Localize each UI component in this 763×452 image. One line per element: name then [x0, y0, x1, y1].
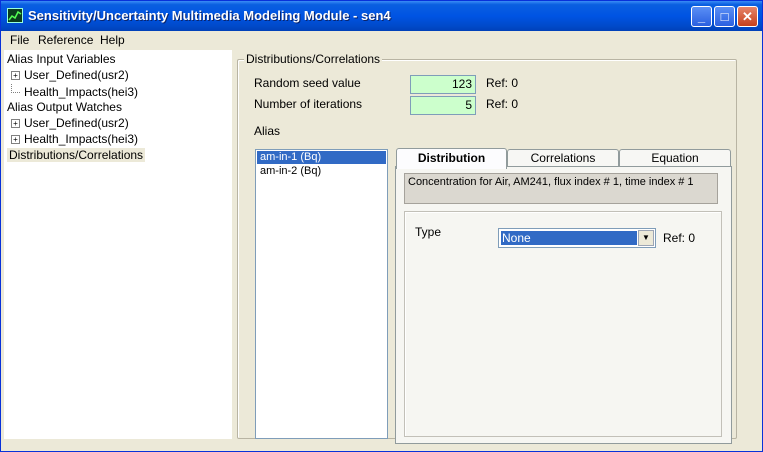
alias-label: Alias: [254, 124, 281, 138]
tree-item-input-variables[interactable]: Alias Input Variables: [7, 52, 116, 68]
tree-item-output-user-defined[interactable]: + User_Defined(usr2): [11, 116, 129, 132]
title-bar[interactable]: Sensitivity/Uncertainty Multimedia Model…: [1, 1, 762, 31]
menu-bar: File Reference Help: [1, 31, 762, 51]
window-title: Sensitivity/Uncertainty Multimedia Model…: [28, 8, 391, 23]
tree-item-label: User_Defined(usr2): [24, 116, 129, 130]
main-window: Sensitivity/Uncertainty Multimedia Model…: [0, 0, 763, 452]
minimize-button[interactable]: _: [691, 6, 712, 27]
tree-item-label: Distributions/Correlations: [7, 148, 146, 162]
menu-reference[interactable]: Reference: [38, 33, 93, 47]
alias-list-item[interactable]: am-in-2 (Bq): [257, 165, 386, 178]
tree-item-output-watches[interactable]: Alias Output Watches: [7, 100, 122, 116]
tree-item-label: User_Defined(usr2): [24, 68, 129, 82]
tab-control: Distribution Correlations Equation Conce…: [395, 148, 732, 444]
alias-list-item[interactable]: am-in-1 (Bq): [257, 151, 386, 164]
alias-description: Concentration for Air, AM241, flux index…: [404, 173, 718, 204]
tree-item-label: Alias Input Variables: [7, 52, 116, 66]
tree-item-distributions[interactable]: Distributions/Correlations: [7, 148, 146, 164]
tree-item-label: Alias Output Watches: [7, 100, 122, 114]
maximize-button[interactable]: □: [714, 6, 735, 27]
expand-icon[interactable]: +: [11, 135, 20, 144]
iterations-input[interactable]: 5: [410, 96, 476, 115]
type-select-value: None: [500, 230, 638, 246]
iterations-label: Number of iterations: [254, 97, 363, 111]
chevron-down-icon[interactable]: ▼: [638, 230, 654, 246]
menu-help[interactable]: Help: [100, 33, 125, 47]
distribution-tab-page: Concentration for Air, AM241, flux index…: [395, 166, 732, 444]
expand-icon[interactable]: +: [11, 119, 20, 128]
distributions-panel: Distributions/Correlations Random seed v…: [236, 50, 746, 444]
tree-item-input-health-impacts[interactable]: Health_Impacts(hei3): [11, 84, 138, 100]
tab-correlations[interactable]: Correlations: [507, 149, 619, 167]
group-title: Distributions/Correlations: [244, 52, 383, 66]
navigation-tree: Alias Input Variables + User_Defined(usr2…: [4, 50, 232, 439]
seed-ref: Ref: 0: [486, 76, 519, 90]
tree-item-input-user-defined[interactable]: + User_Defined(usr2): [11, 68, 129, 84]
tree-item-label: Health_Impacts(hei3): [24, 132, 139, 146]
expand-icon[interactable]: +: [11, 71, 20, 80]
app-chart-icon[interactable]: [7, 8, 23, 23]
type-select[interactable]: None ▼: [498, 228, 656, 248]
tree-connector-icon: [11, 84, 20, 93]
seed-label: Random seed value: [254, 76, 361, 90]
distribution-settings-panel: Type None ▼ Ref: 0: [404, 211, 722, 437]
tree-item-output-health-impacts[interactable]: + Health_Impacts(hei3): [11, 132, 138, 148]
iterations-ref: Ref: 0: [486, 97, 519, 111]
type-label: Type: [415, 225, 442, 239]
type-ref: Ref: 0: [663, 231, 696, 245]
menu-file[interactable]: File: [10, 33, 29, 47]
seed-input[interactable]: 123: [410, 75, 476, 94]
tab-distribution[interactable]: Distribution: [396, 148, 507, 169]
close-button[interactable]: ✕: [737, 6, 758, 27]
tree-item-label: Health_Impacts(hei3): [24, 85, 139, 99]
alias-list[interactable]: am-in-1 (Bq) am-in-2 (Bq): [255, 149, 388, 439]
tab-equation[interactable]: Equation: [619, 149, 731, 167]
distributions-group: Distributions/Correlations Random seed v…: [237, 52, 737, 444]
